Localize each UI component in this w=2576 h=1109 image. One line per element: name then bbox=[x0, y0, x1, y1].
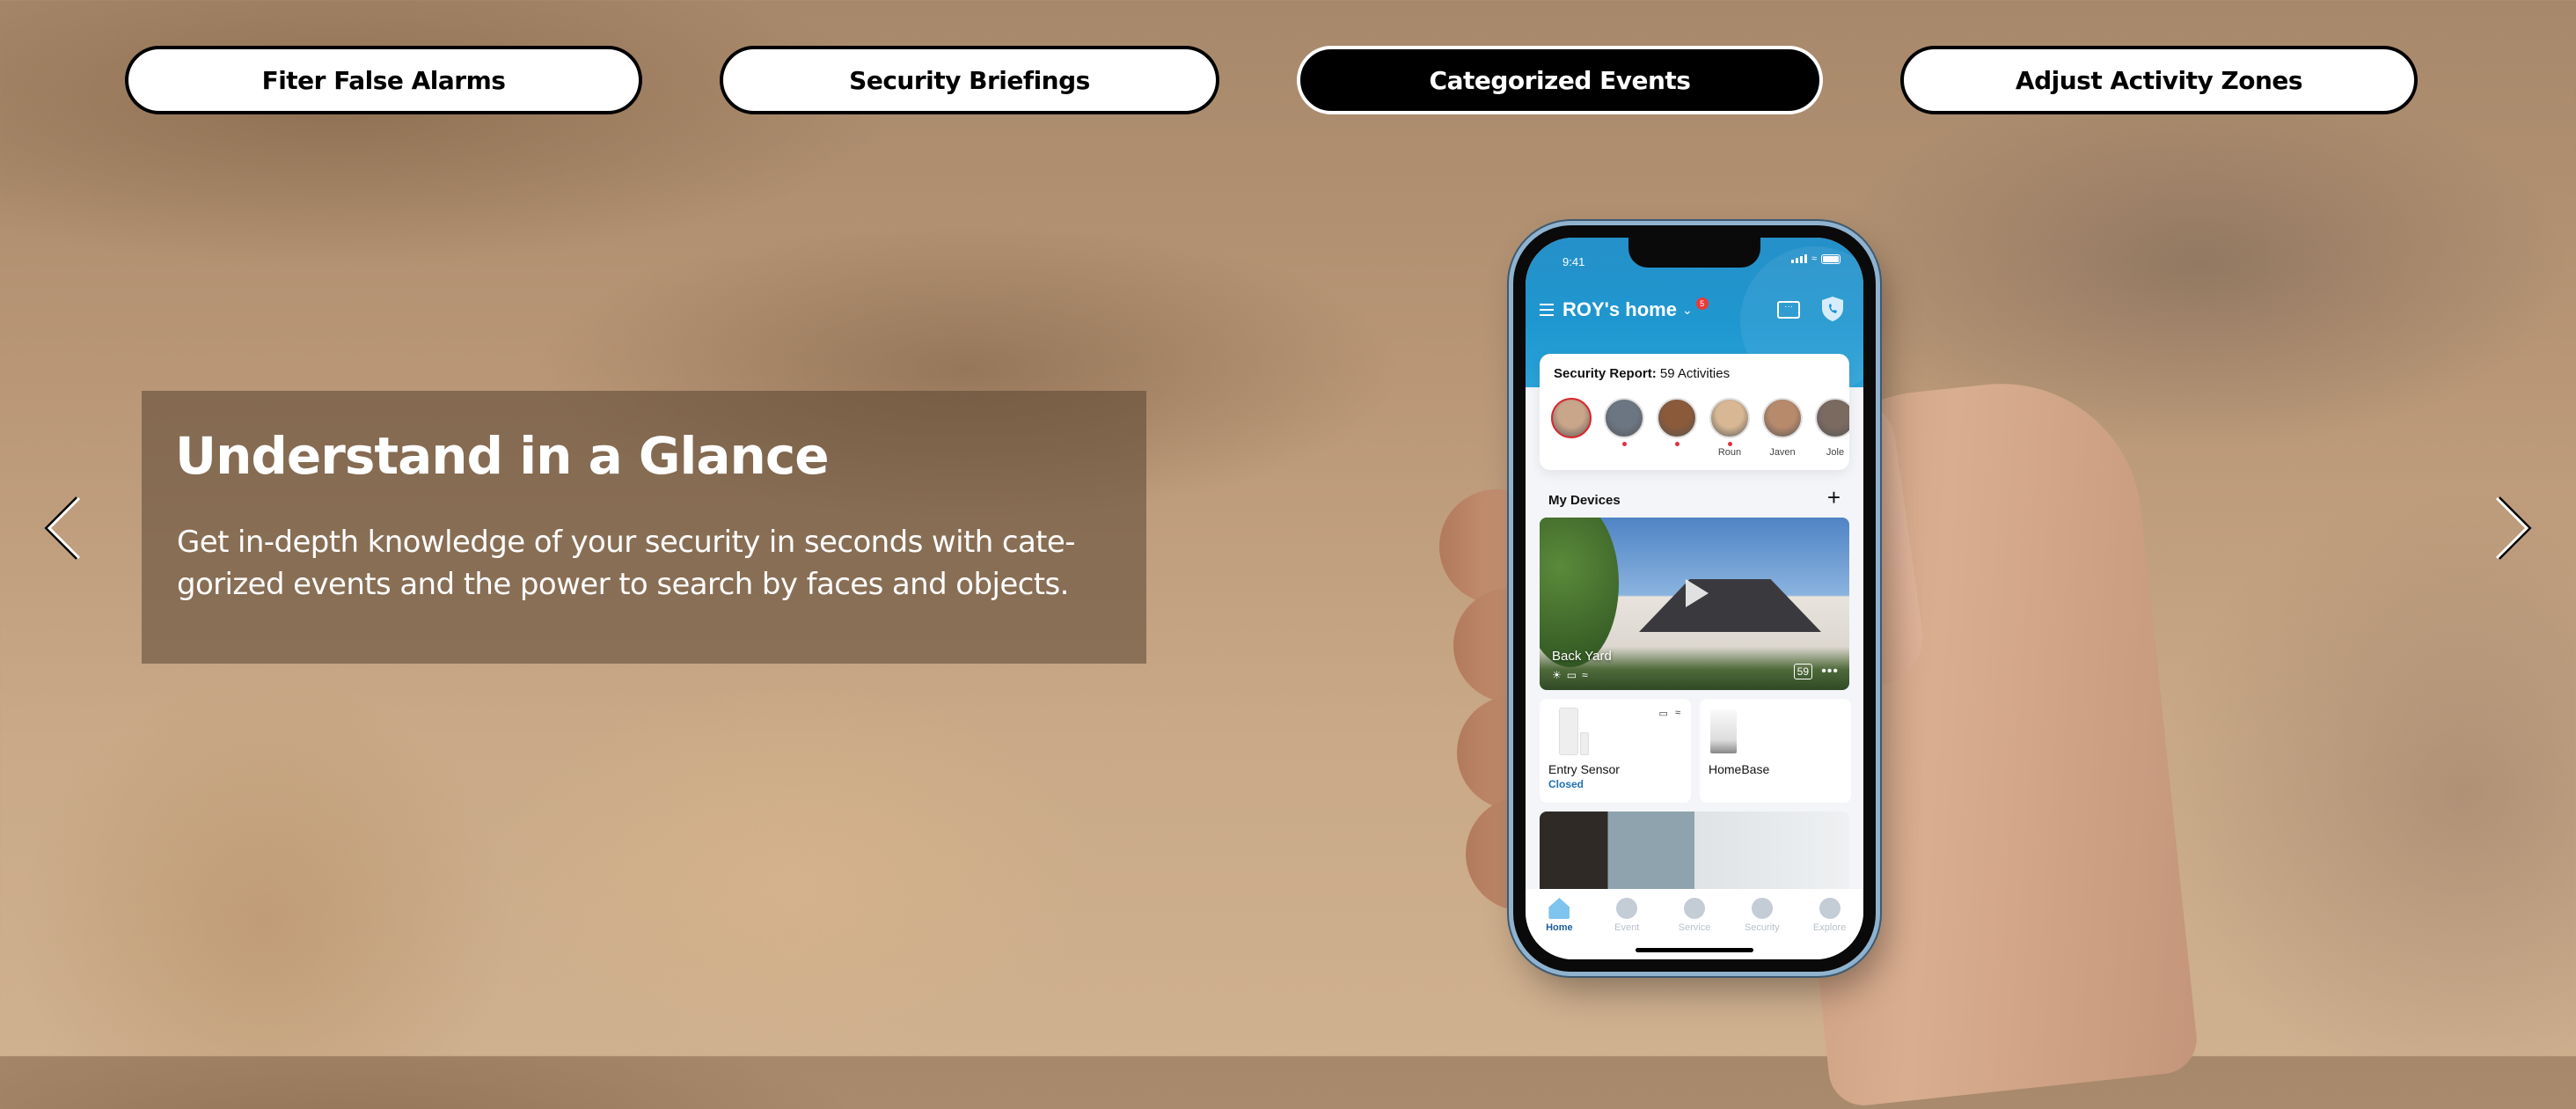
house-image bbox=[1639, 579, 1821, 632]
tab-label: Event bbox=[1614, 922, 1640, 933]
shield-icon bbox=[1751, 898, 1773, 919]
chevron-right-icon bbox=[2497, 496, 2532, 560]
feature-title: Understand in a Glance bbox=[175, 426, 830, 486]
my-devices-title: My Devices bbox=[1548, 493, 1621, 508]
phone-mockup: 9:41 ≈ ROY's home ⌄ 5 ··· Security Repor… bbox=[1513, 225, 1876, 972]
tab-explore[interactable]: Explore bbox=[1804, 898, 1856, 959]
avatar bbox=[1551, 398, 1592, 438]
face-avatar-item[interactable] bbox=[1656, 398, 1698, 459]
compass-icon bbox=[1819, 898, 1841, 919]
status-icons: ≈ bbox=[1790, 253, 1841, 264]
home-icon bbox=[1548, 898, 1570, 919]
camera-name: Back Yard bbox=[1552, 649, 1612, 664]
camera-status-icons: ☀ ▭ ≈ bbox=[1552, 669, 1588, 681]
play-icon[interactable] bbox=[1686, 579, 1709, 607]
homebase-image bbox=[1710, 709, 1737, 753]
chevron-down-icon[interactable]: ⌄ bbox=[1682, 303, 1693, 318]
home-indicator bbox=[1636, 948, 1753, 952]
device-tile-homebase[interactable]: HomeBase bbox=[1700, 699, 1851, 803]
wifi-icon: ≈ bbox=[1811, 253, 1817, 264]
battery-icon: ▭ bbox=[1658, 709, 1668, 719]
face-avatar-item[interactable]: Javen bbox=[1761, 398, 1804, 459]
avatar bbox=[1604, 398, 1644, 438]
wifi-icon: ≈ bbox=[1674, 708, 1680, 718]
avatar bbox=[1815, 398, 1849, 438]
tab-filter-false-alarms[interactable]: Fiter False Alarms bbox=[125, 46, 642, 114]
notification-badge: 5 bbox=[1695, 297, 1709, 310]
home-selector[interactable]: ROY's home bbox=[1562, 298, 1677, 321]
clock-icon bbox=[1616, 898, 1638, 919]
new-activity-dot bbox=[1621, 442, 1627, 446]
face-name: Javen bbox=[1769, 447, 1796, 458]
status-time: 9:41 bbox=[1562, 255, 1585, 268]
feature-description: Get in-depth knowledge of your security … bbox=[177, 525, 1076, 602]
tab-adjust-activity-zones[interactable]: Adjust Activity Zones bbox=[1900, 46, 2418, 114]
tab-label: Explore bbox=[1812, 922, 1847, 933]
face-avatar-item[interactable] bbox=[1550, 398, 1592, 459]
camera-card-back-yard[interactable]: Back Yard ☀ ▭ ≈ 59 ••• bbox=[1540, 518, 1849, 690]
next-slide-button[interactable] bbox=[2483, 493, 2536, 563]
tab-categorized-events[interactable]: Categorized Events bbox=[1297, 46, 1823, 114]
face-avatar-item[interactable]: Jole bbox=[1814, 398, 1849, 459]
device-tile-entry-sensor[interactable]: ▭ ≈ Entry Sensor Closed bbox=[1540, 699, 1691, 803]
tab-label: Home bbox=[1546, 922, 1573, 933]
add-device-button[interactable]: + bbox=[1827, 486, 1841, 509]
face-list: Roun Javen Jole bbox=[1550, 398, 1849, 459]
shield-phone-icon[interactable] bbox=[1821, 296, 1844, 322]
face-name: Jole bbox=[1826, 447, 1845, 458]
security-report-title: Security Report: 59 Activities bbox=[1554, 366, 1731, 381]
signal-icon bbox=[1790, 254, 1807, 263]
avatar bbox=[1657, 398, 1697, 438]
new-activity-dot bbox=[1727, 442, 1732, 446]
avatar bbox=[1762, 398, 1803, 438]
diamond-icon bbox=[1683, 898, 1705, 919]
chevron-left-icon bbox=[44, 496, 79, 560]
tab-label: Security bbox=[1744, 922, 1780, 933]
sensor-magnet-image bbox=[1580, 732, 1589, 755]
event-count-badge[interactable]: 59 bbox=[1793, 664, 1812, 679]
camera-card-porch-preview[interactable] bbox=[1540, 812, 1849, 891]
tile-status-icons: ▭ ≈ bbox=[1659, 708, 1680, 719]
device-state: Closed bbox=[1548, 778, 1584, 790]
menu-icon[interactable] bbox=[1540, 304, 1554, 316]
security-report-card[interactable]: Security Report: 59 Activities Roun Javen… bbox=[1540, 354, 1849, 470]
entry-sensor-image bbox=[1559, 708, 1578, 755]
avatar bbox=[1709, 398, 1750, 438]
phone-screen: 9:41 ≈ ROY's home ⌄ 5 ··· Security Repor… bbox=[1526, 238, 1863, 959]
face-avatar-item[interactable] bbox=[1603, 398, 1645, 459]
new-activity-dot bbox=[1674, 442, 1680, 446]
more-options-button[interactable]: ••• bbox=[1821, 664, 1839, 679]
face-avatar-item[interactable]: Roun bbox=[1709, 398, 1751, 459]
sun-icon: ☀ bbox=[1552, 669, 1562, 681]
face-name: Roun bbox=[1717, 447, 1742, 458]
tree-image bbox=[1540, 518, 1619, 667]
battery-icon bbox=[1821, 253, 1841, 264]
wifi-icon: ≈ bbox=[1582, 669, 1588, 681]
message-icon[interactable]: ··· bbox=[1777, 301, 1800, 319]
tab-label: Service bbox=[1678, 922, 1711, 933]
tab-home[interactable]: Home bbox=[1533, 898, 1585, 959]
feature-caption-panel: Understand in a Glance Get in-depth know… bbox=[142, 391, 1146, 664]
device-name: HomeBase bbox=[1709, 762, 1770, 776]
app-bar: ROY's home ⌄ 5 ··· bbox=[1540, 294, 1849, 326]
previous-slide-button[interactable] bbox=[40, 493, 93, 563]
phone-notch bbox=[1628, 238, 1760, 268]
device-name: Entry Sensor bbox=[1548, 762, 1620, 776]
tab-security-briefings[interactable]: Security Briefings bbox=[720, 46, 1219, 114]
battery-icon: ▭ bbox=[1566, 669, 1577, 681]
